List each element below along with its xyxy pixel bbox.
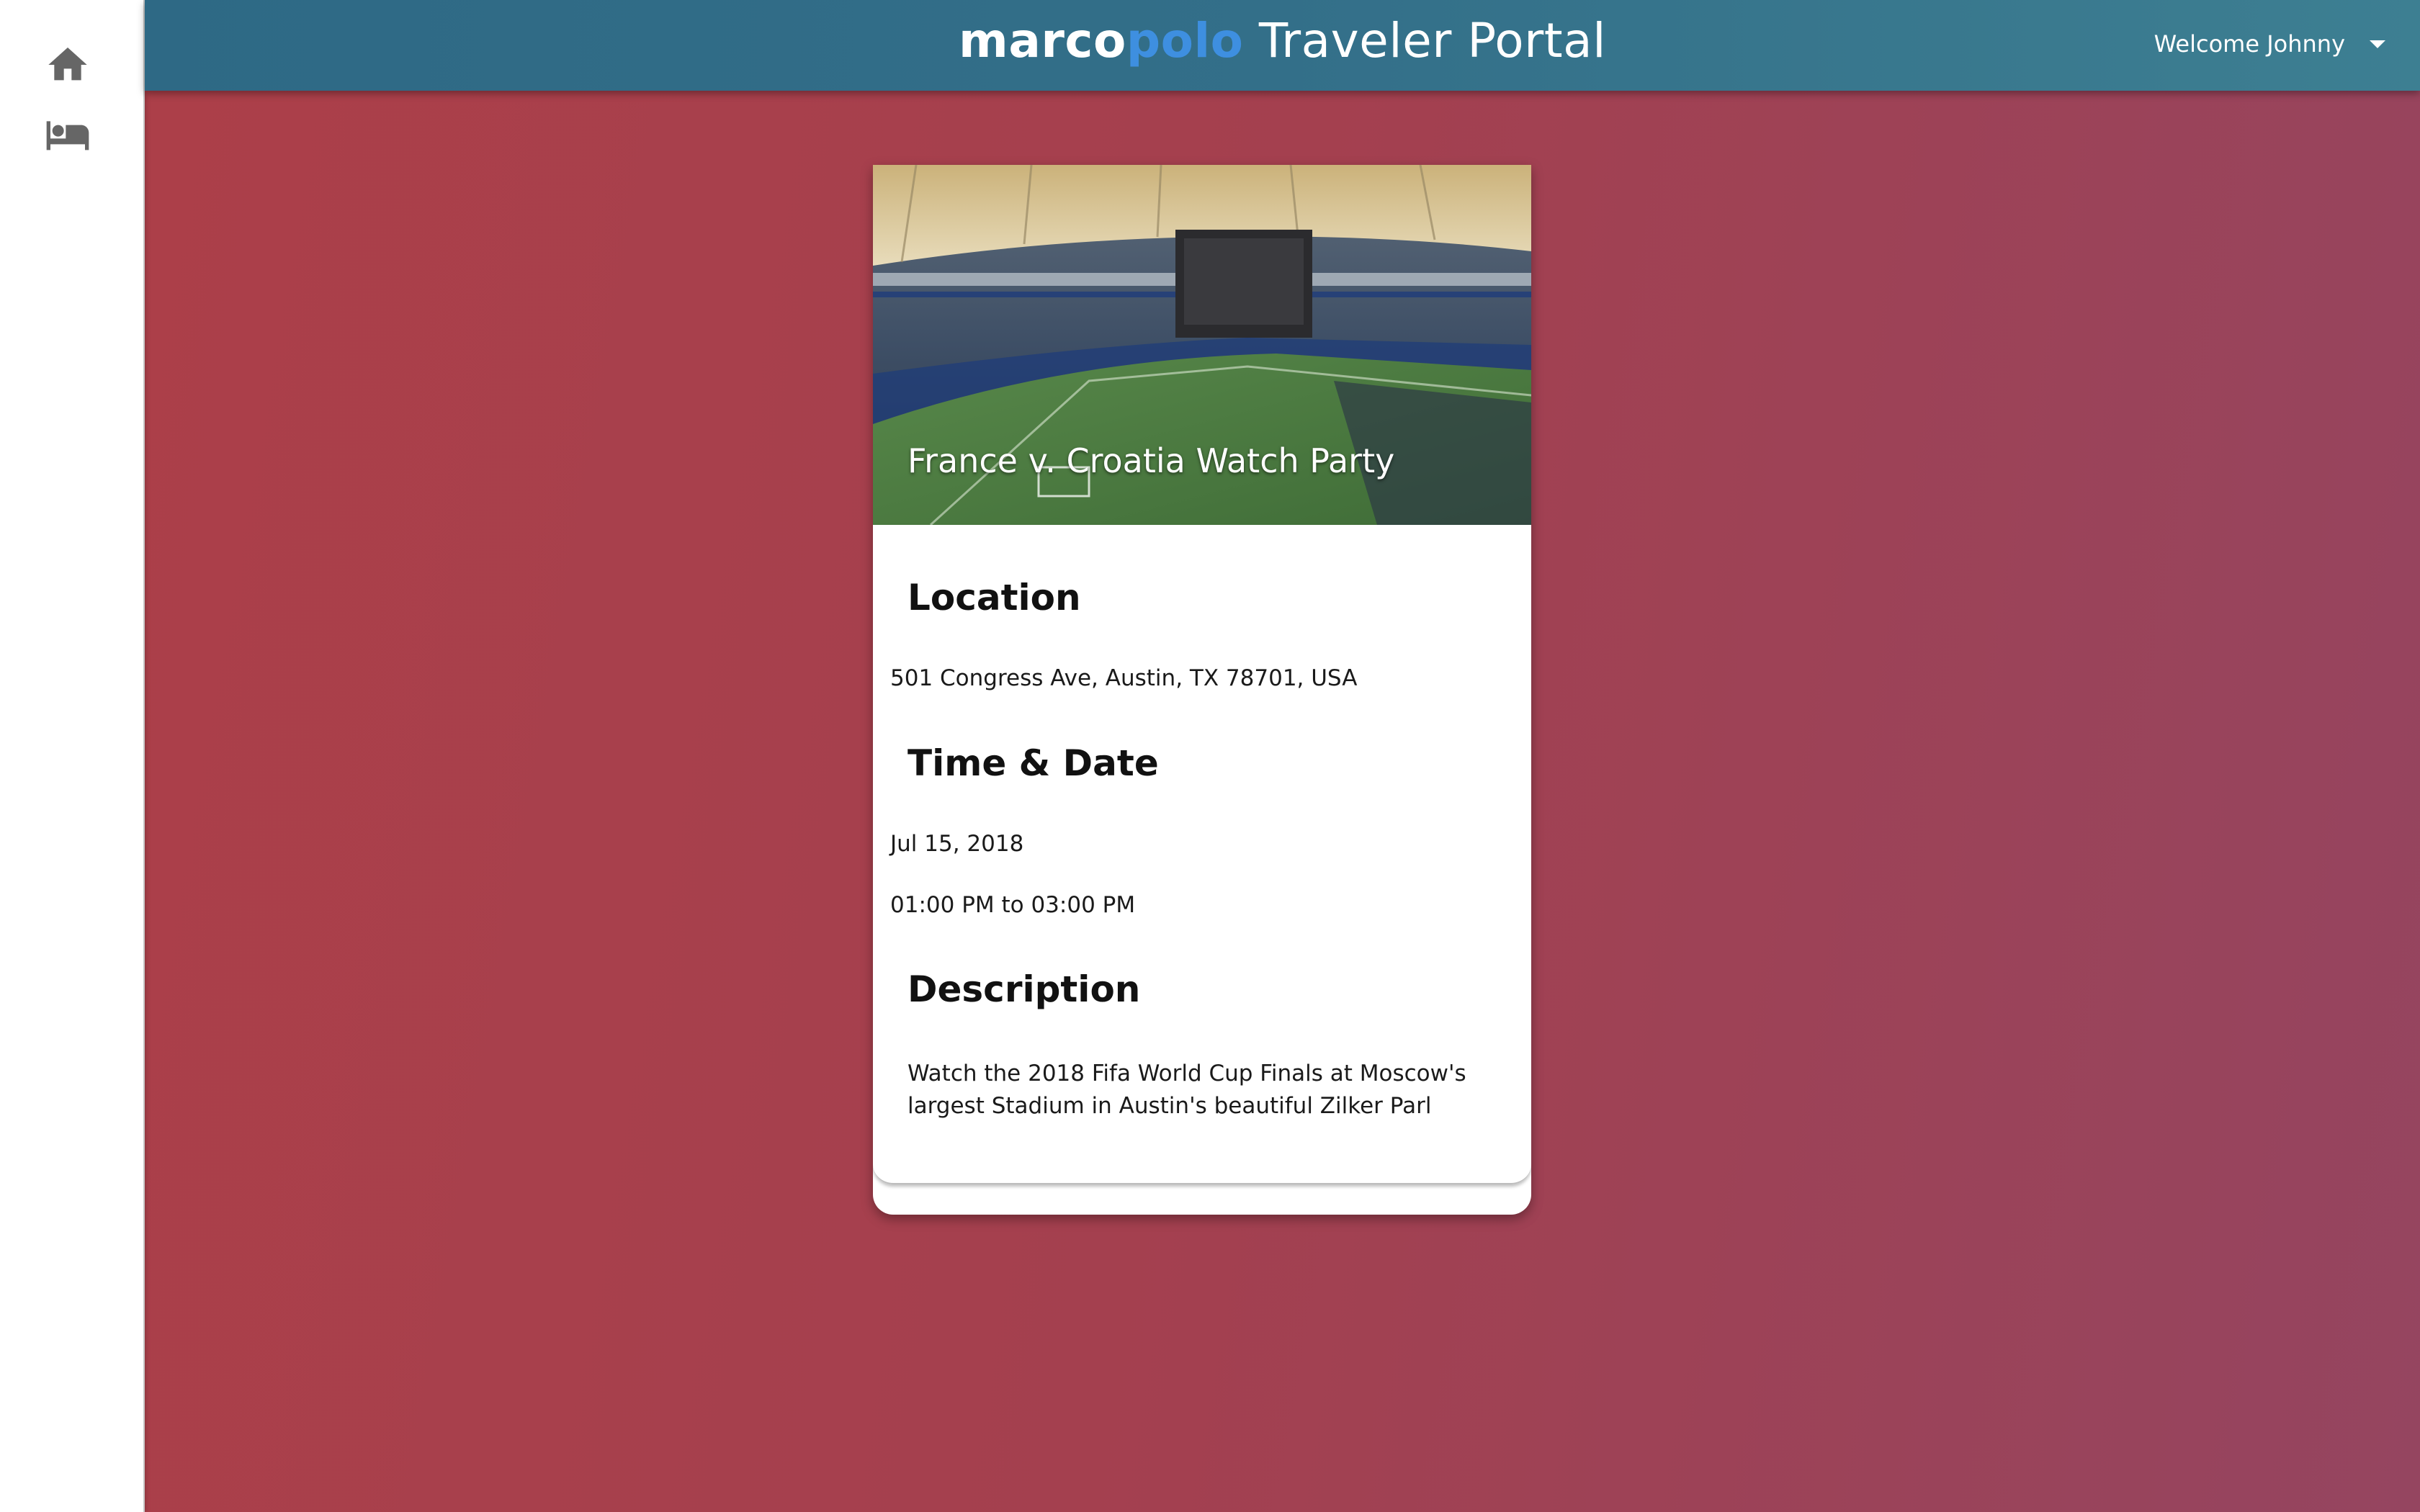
brand-marco: marco [959, 13, 1126, 68]
event-time: 01:00 PM to 03:00 PM [890, 892, 1136, 918]
user-menu[interactable]: Welcome Johnny [2154, 26, 2385, 62]
event-details: Location 501 Congress Ave, Austin, TX 78… [873, 525, 1531, 1184]
event-hero-image: France v. Croatia Watch Party [873, 165, 1531, 525]
event-card: France v. Croatia Watch Party Location 5… [873, 165, 1531, 1215]
event-title: France v. Croatia Watch Party [908, 441, 1395, 480]
app-title: marcopolo Traveler Portal [145, 13, 2420, 68]
dropdown-caret-icon[interactable] [2370, 40, 2385, 48]
bed-icon[interactable] [45, 112, 91, 158]
location-text: 501 Congress Ave, Austin, TX 78701, USA [890, 665, 1358, 691]
welcome-text: Welcome Johnny [2154, 30, 2345, 58]
time-date-heading: Time & Date [908, 742, 1159, 784]
location-heading: Location [908, 577, 1081, 618]
brand-polo: polo [1126, 13, 1244, 68]
sidebar [0, 0, 145, 1512]
description-heading: Description [908, 968, 1141, 1010]
top-navbar: marcopolo Traveler Portal Welcome Johnny [145, 0, 2420, 91]
brand-portal: Traveler Portal [1243, 13, 1606, 68]
description-text: Watch the 2018 Fifa World Cup Finals at … [908, 1061, 1466, 1119]
event-date: Jul 15, 2018 [890, 831, 1024, 857]
home-icon[interactable] [45, 42, 91, 88]
